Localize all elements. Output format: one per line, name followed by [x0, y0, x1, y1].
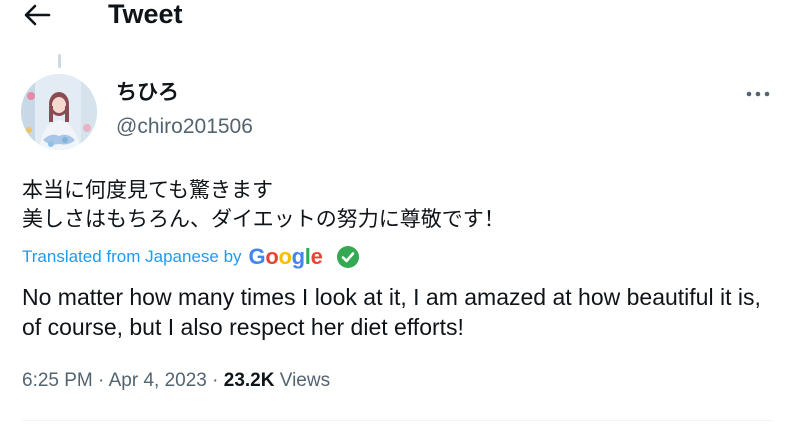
avatar-image — [21, 74, 97, 150]
google-logo: Google — [248, 244, 323, 269]
separator-dot: · — [212, 370, 224, 391]
translation-attribution: Translated from Japanese by Google — [22, 242, 360, 272]
tweet-time[interactable]: 6:25 PM — [22, 370, 93, 391]
top-bar: Tweet — [0, 0, 791, 34]
display-name[interactable]: ちひろ — [116, 80, 179, 106]
tweet-text-translated: No matter how many times I look at it, I… — [22, 284, 761, 340]
page-title: Tweet — [108, 0, 183, 29]
divider — [22, 420, 772, 421]
separator-dot: · — [98, 370, 109, 391]
views-label: Views — [279, 370, 331, 391]
arrow-left-icon[interactable] — [22, 2, 52, 28]
user-handle[interactable]: @chiro201506 — [116, 114, 253, 140]
avatar[interactable] — [21, 74, 97, 150]
views-count[interactable]: 23.2K — [224, 370, 275, 391]
tweet-meta: 6:25 PM · Apr 4, 2023 · 23.2K Views — [22, 368, 330, 394]
verified-check-icon — [336, 246, 359, 268]
translation-label[interactable]: Translated from Japanese by — [22, 247, 242, 267]
more-horizontal-icon[interactable] — [745, 84, 771, 104]
thread-line — [58, 54, 61, 68]
tweet-date[interactable]: Apr 4, 2023 — [109, 370, 207, 391]
tweet-text-original: 本当に何度見ても驚きます 美しさはもちろん、ダイエットの努力に尊敬です！ — [22, 179, 505, 231]
